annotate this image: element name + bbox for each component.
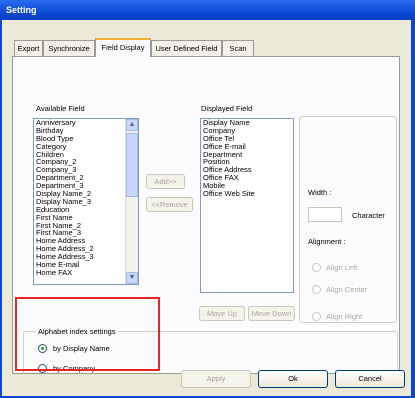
apply-button[interactable]: Apply <box>181 370 251 388</box>
displayed-field-list[interactable]: Display Name Company Office Tel Office E-ma… <box>200 118 294 293</box>
alignment-label: Alignment : <box>308 237 346 246</box>
tab-export[interactable]: Export <box>14 40 43 56</box>
align-center-radio[interactable] <box>312 285 321 294</box>
add-button[interactable]: Add>> <box>146 174 185 189</box>
available-field-items: Anniversary Birthday Blood Type Category Chi… <box>34 119 138 277</box>
available-field-list[interactable]: Anniversary Birthday Blood Type Category Chi… <box>33 118 139 285</box>
align-right-label: Align Right <box>326 312 363 321</box>
displayed-field-items: Display Name Company Office Tel Office E-ma… <box>201 119 293 198</box>
setting-window: Setting Export Synchronize Field Display… <box>0 0 415 398</box>
tab-synchronize[interactable]: Synchronize <box>43 40 95 56</box>
highlight-annotation <box>15 297 160 371</box>
move-up-button[interactable]: Move Up <box>199 306 245 321</box>
width-label: Width : <box>308 188 332 197</box>
scroll-down-arrow-icon[interactable]: ▼ <box>126 272 138 284</box>
scroll-up-arrow-icon[interactable]: ▲ <box>126 119 138 131</box>
align-center-label: Align Center <box>326 285 368 294</box>
align-left-radio[interactable] <box>312 263 321 272</box>
field-properties-group: Width : Character Alignment : Align Left… <box>299 116 397 323</box>
available-field-scrollbar[interactable]: ▲ ▼ <box>125 119 138 284</box>
available-field-label: Available Field <box>36 104 85 113</box>
width-input[interactable] <box>308 207 342 222</box>
tab-user-defined-field[interactable]: User Defined Field <box>151 40 222 56</box>
remove-button[interactable]: <<Remove <box>146 197 193 212</box>
list-item[interactable]: Home FAX <box>34 268 138 277</box>
displayed-field-label: Displayed Field <box>201 104 253 113</box>
tab-scan[interactable]: Scan <box>222 40 254 56</box>
scroll-thumb[interactable] <box>126 133 138 197</box>
window-title: Setting <box>0 0 415 20</box>
align-left-label: Align Left <box>326 263 358 272</box>
cancel-button[interactable]: Cancel <box>335 370 405 388</box>
character-label: Character <box>352 211 385 220</box>
align-right-radio[interactable] <box>312 312 321 321</box>
ok-button[interactable]: Ok <box>258 370 328 388</box>
list-item[interactable]: Office Web Site <box>201 190 293 198</box>
tab-field-display[interactable]: Field Display <box>95 38 151 57</box>
move-down-button[interactable]: Move Down <box>248 306 295 321</box>
